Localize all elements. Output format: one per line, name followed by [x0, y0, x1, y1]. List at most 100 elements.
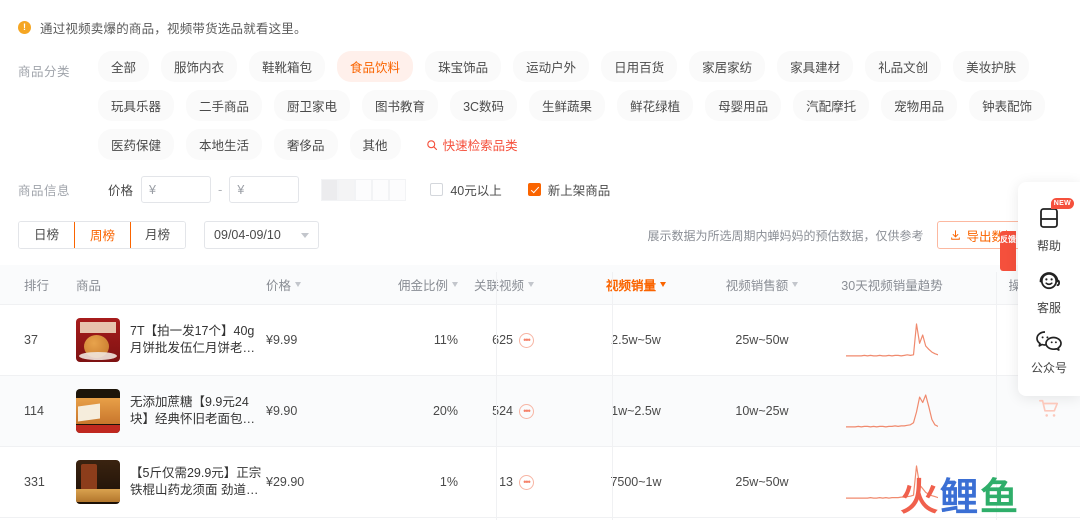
category-chip-9[interactable]: 礼品文创 — [865, 51, 942, 82]
table-header-rank: 排行 — [0, 275, 76, 294]
new-badge: NEW — [1050, 198, 1074, 209]
category-chip-12[interactable]: 二手商品 — [186, 90, 263, 121]
sort-arrow-icon — [792, 282, 799, 287]
price-min-currency: ¥ — [149, 182, 156, 197]
assist-item-help[interactable]: NEW 帮助 — [1018, 196, 1080, 258]
category-chip-14[interactable]: 图书教育 — [362, 90, 439, 121]
period-tab-1[interactable]: 周榜 — [74, 222, 132, 248]
category-chip-19[interactable]: 汽配摩托 — [793, 90, 870, 121]
category-chip-4[interactable]: 珠宝饰品 — [425, 51, 502, 82]
row-videos[interactable]: 13 ••• — [458, 474, 570, 490]
table-row[interactable]: 37 7T【拍一发17个】40g月饼批发伍仁月饼老式月饼广… ¥9.99 11%625… — [0, 305, 1080, 376]
noodle-thumbnail[interactable] — [76, 460, 120, 504]
assist-item-help-label: 帮助 — [1036, 239, 1061, 253]
table-header-price[interactable]: 价格 — [266, 275, 346, 294]
category-chip-2[interactable]: 鞋靴箱包 — [249, 51, 326, 82]
category-chip-25[interactable]: 其他 — [349, 129, 401, 160]
row-rank: 37 — [24, 333, 38, 347]
category-chip-23[interactable]: 本地生活 — [186, 129, 263, 160]
assist-item-wechat-label: 公众号 — [1030, 361, 1067, 375]
checkbox-over-40-box[interactable] — [430, 183, 444, 196]
checkbox-new-product[interactable]: 新上架商品 — [527, 180, 611, 199]
price-max-input[interactable]: ¥ — [229, 176, 300, 203]
column-divider — [496, 272, 497, 520]
table-header-trend-label: 30天视频销量趋势 — [841, 279, 943, 293]
table-header-commission[interactable]: 佣金比例 — [346, 275, 458, 294]
row-video-amount: 25w~50w — [735, 333, 789, 347]
ranking-toolbar: 日榜 周榜 月榜 09/04-09/10 展示数据为所选周期内蝉妈妈的预估数据，仅供… — [0, 203, 1080, 249]
checkbox-over-40[interactable]: 40元以上 — [430, 180, 502, 199]
category-chip-20[interactable]: 宠物用品 — [881, 90, 958, 121]
data-hint-text: 展示数据为所选周期内蝉妈妈的预估数据，仅供参考 — [647, 228, 924, 243]
more-info-icon[interactable]: ••• — [519, 332, 534, 348]
quick-category-search[interactable]: 快速检索品类 — [413, 129, 531, 160]
row-commission: 11% — [433, 333, 458, 347]
table-header-product-label: 商品 — [76, 279, 102, 293]
category-chip-10[interactable]: 美妆护肤 — [953, 51, 1030, 82]
row-video-amount: 25w~50w — [735, 475, 789, 489]
column-divider — [612, 272, 613, 520]
table-header-video_amount[interactable]: 视频销售额 — [702, 275, 822, 294]
period-tabs: 日榜 周榜 月榜 — [18, 221, 187, 249]
category-chip-24[interactable]: 奢侈品 — [274, 129, 338, 160]
trend-sparkline — [846, 323, 938, 357]
category-chip-1[interactable]: 服饰内衣 — [161, 51, 238, 82]
obscured-price-presets — [321, 178, 407, 201]
period-tab-2[interactable]: 月榜 — [130, 222, 186, 248]
price-min-input[interactable]: ¥ — [141, 176, 212, 203]
assist-item-wechat[interactable]: 公众号 — [1018, 320, 1080, 380]
row-product[interactable]: 【5斤仅需29.9元】正宗铁棍山药龙须面 劲道顺滑 … — [76, 460, 266, 504]
quick-category-search-label: 快速检索品类 — [442, 139, 518, 153]
watermark: 火 鲤 鱼 — [900, 466, 1018, 521]
period-tab-0[interactable]: 日榜 — [19, 222, 76, 248]
category-chip-7[interactable]: 家居家纺 — [689, 51, 766, 82]
cart-icon — [1039, 399, 1059, 417]
row-video-sales: 1w~2.5w — [611, 404, 661, 418]
row-rank: 114 — [24, 404, 44, 418]
row-videos[interactable]: 524 ••• — [458, 403, 570, 419]
notice-text: 通过视频卖爆的商品，视频带货选品就看这里。 — [40, 22, 307, 36]
table-header-video_sales[interactable]: 视频销量 — [570, 275, 702, 294]
category-chip-6[interactable]: 日用百货 — [601, 51, 678, 82]
category-chip-22[interactable]: 医药保健 — [98, 129, 175, 160]
category-chip-5[interactable]: 运动户外 — [513, 51, 590, 82]
row-videos[interactable]: 625 ••• — [458, 332, 570, 348]
floating-cart[interactable] — [1018, 398, 1080, 423]
category-chip-21[interactable]: 钟表配饰 — [969, 90, 1046, 121]
category-chip-0[interactable]: 全部 — [98, 51, 150, 82]
more-info-icon[interactable]: ••• — [519, 403, 534, 419]
category-chip-11[interactable]: 玩具乐器 — [98, 90, 175, 121]
table-header-product: 商品 — [76, 275, 266, 294]
watermark-char-3: 鱼 — [980, 475, 1019, 519]
assist-item-service[interactable]: 客服 — [1018, 258, 1080, 320]
category-chip-15[interactable]: 3C数码 — [450, 90, 518, 121]
row-product-title: 【5斤仅需29.9元】正宗铁棍山药龙须面 劲道顺滑 … — [130, 466, 262, 497]
chevron-down-icon — [301, 232, 310, 238]
table-header-videos-label: 关联视频 — [473, 279, 524, 293]
row-trend — [822, 393, 962, 429]
category-chip-18[interactable]: 母婴用品 — [705, 90, 782, 121]
date-range-picker[interactable]: 09/04-09/10 — [204, 221, 320, 249]
checkbox-new-product-box[interactable] — [527, 183, 541, 196]
row-product[interactable]: 7T【拍一发17个】40g月饼批发伍仁月饼老式月饼广… — [76, 318, 266, 362]
table-row[interactable]: 114 无添加蔗糖【9.9元24块】经典怀旧老面包家庭实惠… ¥9.90 20%524… — [0, 376, 1080, 447]
feedback-side-tab[interactable]: 反馈 — [1000, 231, 1016, 271]
row-product[interactable]: 无添加蔗糖【9.9元24块】经典怀旧老面包家庭实惠… — [76, 389, 266, 433]
category-chip-16[interactable]: 生鲜蔬果 — [529, 90, 606, 121]
row-product-title: 7T【拍一发17个】40g月饼批发伍仁月饼老式月饼广… — [130, 324, 256, 355]
table-header-video_sales-label: 视频销量 — [605, 279, 656, 293]
mooncake-thumbnail[interactable] — [76, 318, 120, 362]
product-ranking-page: ! 通过视频卖爆的商品，视频带货选品就看这里。 商品分类 全部 服饰内衣 鞋靴箱包食… — [0, 0, 1080, 520]
row-price: ¥29.90 — [266, 475, 305, 489]
category-chip-17[interactable]: 鲜花绿植 — [617, 90, 694, 121]
more-info-icon[interactable]: ••• — [519, 474, 534, 490]
bread-thumbnail[interactable] — [76, 389, 120, 433]
category-chip-3[interactable]: 食品饮料 — [337, 51, 414, 82]
feedback-side-tab-label: 反馈 — [1000, 235, 1016, 244]
table-header-videos[interactable]: 关联视频 — [458, 275, 570, 294]
watermark-char-2: 鲤 — [940, 475, 979, 519]
category-chip-13[interactable]: 厨卫家电 — [274, 90, 351, 121]
price-range-dash: - — [218, 182, 223, 197]
checkbox-new-product-label: 新上架商品 — [547, 184, 611, 198]
category-chip-8[interactable]: 家具建材 — [777, 51, 854, 82]
